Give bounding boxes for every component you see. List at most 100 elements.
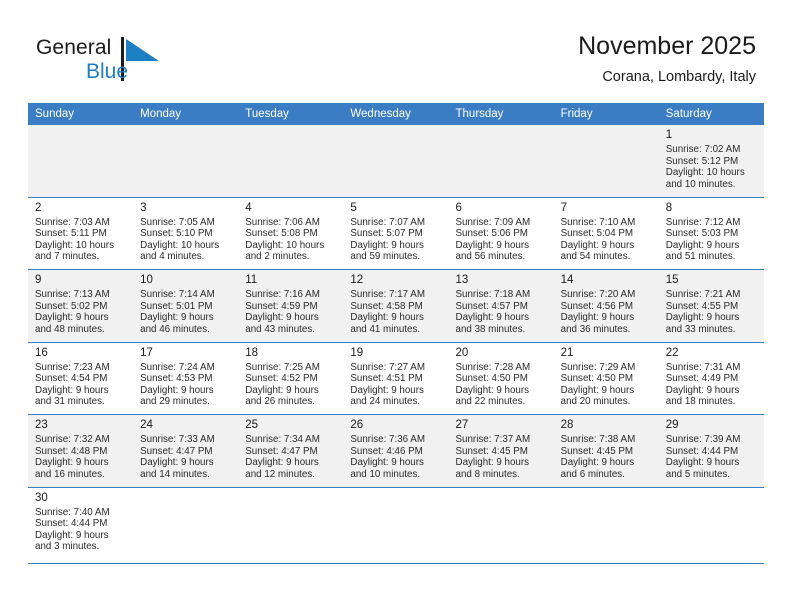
sunset-text: Sunset: 4:47 PM	[140, 445, 213, 457]
sunrise-text: Sunrise: 7:12 AM	[665, 216, 741, 228]
day-cell[interactable]: 18 Sunrise: 7:25 AM Sunset: 4:52 PM Dayligh…	[238, 343, 343, 415]
daylight-text-line1: Daylight: 9 hours	[665, 457, 740, 469]
daylight-text-line1: Daylight: 9 hours	[455, 312, 530, 324]
day-cell[interactable]: 23 Sunrise: 7:32 AM Sunset: 4:48 PM Dayligh…	[28, 415, 133, 487]
daylight-text-line2: and 43 minutes.	[245, 323, 315, 335]
daylight-text-line2: and 38 minutes.	[455, 323, 526, 335]
day-number: 27	[455, 419, 469, 431]
sunrise-text: Sunrise: 7:31 AM	[665, 361, 741, 373]
day-number: 1	[665, 129, 673, 141]
daylight-text-line1: Daylight: 9 hours	[350, 312, 424, 324]
day-cell[interactable]: 28 Sunrise: 7:38 AM Sunset: 4:45 PM Dayligh…	[554, 415, 659, 487]
day-cell-empty	[659, 488, 764, 563]
day-cell[interactable]: 29 Sunrise: 7:39 AM Sunset: 4:44 PM Dayligh…	[659, 415, 764, 487]
daylight-text-line1: Daylight: 9 hours	[455, 457, 530, 469]
day-details: Sunrise: 7:29 AM Sunset: 4:50 PM Daylight:…	[561, 362, 653, 408]
day-cell[interactable]: 1 Sunrise: 7:02 AM Sunset: 5:12 PM Daylight…	[659, 125, 764, 197]
day-cell[interactable]: 30 Sunrise: 7:40 AM Sunset: 4:44 PM Dayligh…	[28, 488, 133, 563]
day-cell[interactable]: 12 Sunrise: 7:17 AM Sunset: 4:58 PM Dayligh…	[343, 270, 448, 342]
calendar-week-row: 16 Sunrise: 7:23 AM Sunset: 4:54 PM Dayligh…	[28, 342, 764, 415]
day-details: Sunrise: 7:03 AM Sunset: 5:11 PM Daylight:…	[35, 217, 127, 263]
sunset-text: Sunset: 4:44 PM	[665, 445, 739, 457]
daylight-text-line2: and 10 minutes.	[665, 178, 736, 190]
day-cell[interactable]: 9 Sunrise: 7:13 AM Sunset: 5:02 PM Daylight…	[28, 270, 133, 342]
sunrise-text: Sunrise: 7:36 AM	[350, 434, 425, 445]
day-number: 24	[140, 419, 153, 431]
day-details: Sunrise: 7:05 AM Sunset: 5:10 PM Daylight:…	[140, 217, 232, 263]
day-number: 30	[35, 491, 48, 504]
day-cell[interactable]: 4 Sunrise: 7:06 AM Sunset: 5:08 PM Daylight…	[238, 198, 343, 270]
sunset-text: Sunset: 4:57 PM	[455, 300, 528, 312]
calendar-weeks: 1 Sunrise: 7:02 AM Sunset: 5:12 PM Daylight…	[28, 125, 764, 564]
day-cell[interactable]: 5 Sunrise: 7:07 AM Sunset: 5:07 PM Daylight…	[343, 198, 448, 270]
sunset-text: Sunset: 4:59 PM	[245, 300, 318, 312]
day-cell[interactable]: 20 Sunrise: 7:28 AM Sunset: 4:50 PM Dayligh…	[449, 343, 554, 415]
day-cell[interactable]: 13 Sunrise: 7:18 AM Sunset: 4:57 PM Dayligh…	[449, 270, 554, 342]
daylight-text-line2: and 48 minutes.	[35, 323, 105, 335]
day-cell[interactable]: 15 Sunrise: 7:21 AM Sunset: 4:55 PM Dayligh…	[659, 270, 764, 342]
weekday-header-thursday: Thursday	[455, 108, 504, 120]
sunset-text: Sunset: 5:01 PM	[140, 300, 213, 312]
sunrise-text: Sunrise: 7:09 AM	[455, 216, 531, 228]
day-cell[interactable]: 21 Sunrise: 7:29 AM Sunset: 4:50 PM Dayligh…	[554, 343, 659, 415]
day-details: Sunrise: 7:25 AM Sunset: 4:52 PM Daylight:…	[245, 362, 337, 408]
daylight-text-line1: Daylight: 9 hours	[560, 457, 635, 469]
brand-name-general: General	[36, 36, 112, 59]
day-details: Sunrise: 7:32 AM Sunset: 4:48 PM Daylight:…	[35, 434, 127, 480]
day-cell[interactable]: 14 Sunrise: 7:20 AM Sunset: 4:56 PM Dayligh…	[554, 270, 659, 342]
day-number: 19	[350, 346, 364, 359]
daylight-text-line2: and 29 minutes.	[140, 396, 210, 408]
day-details: Sunrise: 7:36 AM Sunset: 4:46 PM Daylight:…	[350, 434, 442, 480]
day-cell[interactable]: 3 Sunrise: 7:05 AM Sunset: 5:10 PM Daylight…	[133, 198, 238, 270]
daylight-text-line1: Daylight: 9 hours	[245, 384, 319, 396]
day-cell[interactable]: 27 Sunrise: 7:37 AM Sunset: 4:45 PM Dayligh…	[449, 415, 554, 487]
sunset-text: Sunset: 5:02 PM	[35, 300, 108, 312]
day-cell[interactable]: 2 Sunrise: 7:03 AM Sunset: 5:11 PM Daylight…	[28, 198, 133, 270]
day-details: Sunrise: 7:14 AM Sunset: 5:01 PM Daylight:…	[140, 289, 232, 335]
day-cell[interactable]: 19 Sunrise: 7:27 AM Sunset: 4:51 PM Dayligh…	[343, 343, 448, 415]
day-cell[interactable]: 7 Sunrise: 7:10 AM Sunset: 5:04 PM Daylight…	[554, 198, 659, 270]
day-details: Sunrise: 7:34 AM Sunset: 4:47 PM Daylight:…	[245, 434, 337, 480]
day-number: 11	[245, 274, 258, 286]
day-cell[interactable]: 10 Sunrise: 7:14 AM Sunset: 5:01 PM Dayligh…	[133, 270, 238, 342]
day-details: Sunrise: 7:40 AM Sunset: 4:44 PM Daylight:…	[35, 507, 127, 553]
sunrise-text: Sunrise: 7:38 AM	[560, 434, 636, 445]
day-cell-empty	[554, 125, 659, 197]
day-details: Sunrise: 7:13 AM Sunset: 5:02 PM Daylight:…	[35, 289, 127, 335]
day-cell[interactable]: 22 Sunrise: 7:31 AM Sunset: 4:49 PM Dayligh…	[659, 343, 764, 415]
day-cell-empty	[238, 125, 343, 197]
daylight-text-line2: and 16 minutes.	[35, 468, 105, 480]
day-number: 12	[350, 274, 364, 286]
day-cell[interactable]: 11 Sunrise: 7:16 AM Sunset: 4:59 PM Dayligh…	[238, 270, 343, 342]
day-cell-empty	[343, 125, 448, 197]
daylight-text-line2: and 14 minutes.	[140, 468, 210, 480]
day-number: 15	[665, 274, 679, 286]
day-number: 22	[665, 346, 679, 359]
day-cell[interactable]: 17 Sunrise: 7:24 AM Sunset: 4:53 PM Dayligh…	[133, 343, 238, 415]
day-details: Sunrise: 7:24 AM Sunset: 4:53 PM Daylight:…	[140, 362, 232, 408]
sunset-text: Sunset: 4:44 PM	[35, 518, 108, 530]
day-number: 10	[140, 274, 153, 286]
day-details: Sunrise: 7:12 AM Sunset: 5:03 PM Daylight:…	[666, 217, 758, 263]
day-cell[interactable]: 24 Sunrise: 7:33 AM Sunset: 4:47 PM Dayligh…	[133, 415, 238, 487]
sunrise-text: Sunrise: 7:17 AM	[350, 289, 425, 300]
daylight-text-line2: and 22 minutes.	[455, 396, 526, 408]
daylight-text-line1: Daylight: 9 hours	[455, 239, 530, 251]
day-cell[interactable]: 6 Sunrise: 7:09 AM Sunset: 5:06 PM Daylight…	[449, 198, 554, 270]
sunrise-text: Sunrise: 7:07 AM	[350, 216, 425, 228]
sunrise-text: Sunrise: 7:40 AM	[35, 506, 110, 518]
day-cell[interactable]: 26 Sunrise: 7:36 AM Sunset: 4:46 PM Dayligh…	[343, 415, 448, 487]
sunrise-text: Sunrise: 7:25 AM	[245, 361, 320, 373]
day-details: Sunrise: 7:37 AM Sunset: 4:45 PM Daylight:…	[456, 434, 548, 480]
calendar-week-row: 9 Sunrise: 7:13 AM Sunset: 5:02 PM Daylight…	[28, 270, 764, 343]
day-details: Sunrise: 7:18 AM Sunset: 4:57 PM Daylight:…	[456, 289, 548, 335]
day-cell[interactable]: 25 Sunrise: 7:34 AM Sunset: 4:47 PM Dayligh…	[238, 415, 343, 487]
day-cell-empty	[554, 488, 659, 563]
day-details: Sunrise: 7:06 AM Sunset: 5:08 PM Daylight:…	[245, 217, 337, 263]
day-cell-empty	[28, 125, 133, 197]
day-cell[interactable]: 16 Sunrise: 7:23 AM Sunset: 4:54 PM Dayligh…	[28, 343, 133, 415]
day-cell[interactable]: 8 Sunrise: 7:12 AM Sunset: 5:03 PM Daylight…	[659, 198, 764, 270]
daylight-text-line2: and 26 minutes.	[245, 396, 315, 408]
sunset-text: Sunset: 4:52 PM	[245, 373, 318, 385]
brand-logo[interactable]: General Blue	[36, 36, 206, 88]
